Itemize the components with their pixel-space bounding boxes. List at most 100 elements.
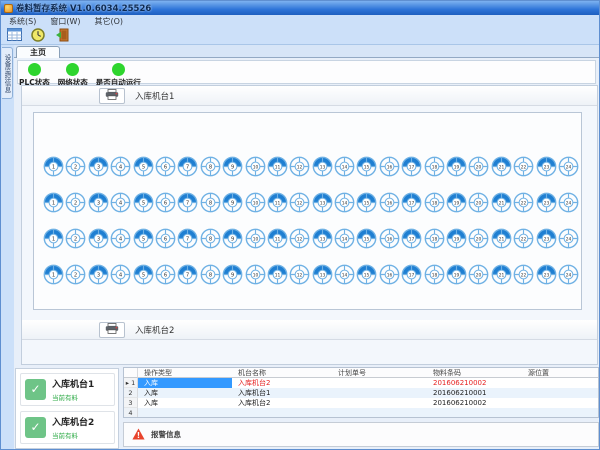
slot-4-14[interactable]: 14 <box>334 264 355 285</box>
slot-2-4[interactable]: 4 <box>110 192 131 213</box>
slot-1-15[interactable]: 15 <box>356 156 377 177</box>
slot-3-20[interactable]: 20 <box>468 228 489 249</box>
slot-3-13[interactable]: 13 <box>312 228 333 249</box>
slot-4-20[interactable]: 20 <box>468 264 489 285</box>
slot-3-10[interactable]: 10 <box>245 228 266 249</box>
slot-2-20[interactable]: 20 <box>468 192 489 213</box>
slot-1-17[interactable]: 17 <box>401 156 422 177</box>
table-row-4[interactable]: 4 <box>124 408 598 418</box>
slot-4-15[interactable]: 15 <box>356 264 377 285</box>
column-header-4[interactable]: 物料条码 <box>427 368 522 378</box>
cell-machine[interactable]: 入库机台1 <box>232 388 332 398</box>
slot-2-5[interactable]: 5 <box>133 192 154 213</box>
slot-3-11[interactable]: 11 <box>267 228 288 249</box>
slot-2-17[interactable]: 17 <box>401 192 422 213</box>
slot-1-7[interactable]: 7 <box>177 156 198 177</box>
cell-plan[interactable] <box>332 398 427 408</box>
cell-source[interactable] <box>522 408 598 418</box>
slot-1-20[interactable]: 20 <box>468 156 489 177</box>
column-header-5[interactable]: 源位置 <box>522 368 598 378</box>
cell-barcode[interactable]: 201606210001 <box>427 388 522 398</box>
slot-2-19[interactable]: 19 <box>446 192 467 213</box>
slot-2-1[interactable]: 1 <box>43 192 64 213</box>
slot-4-9[interactable]: 9 <box>222 264 243 285</box>
slot-1-8[interactable]: 8 <box>200 156 221 177</box>
cell-source[interactable] <box>522 388 598 398</box>
slot-3-7[interactable]: 7 <box>177 228 198 249</box>
slot-3-17[interactable]: 17 <box>401 228 422 249</box>
slot-1-14[interactable]: 14 <box>334 156 355 177</box>
slot-3-6[interactable]: 6 <box>155 228 176 249</box>
cell-op[interactable]: 入库 <box>138 378 232 388</box>
slot-2-16[interactable]: 16 <box>379 192 400 213</box>
cell-plan[interactable] <box>332 378 427 388</box>
machine-card-2[interactable]: ✓入库机台2当前有料 <box>20 411 115 444</box>
slot-3-16[interactable]: 16 <box>379 228 400 249</box>
slot-4-8[interactable]: 8 <box>200 264 221 285</box>
slot-3-21[interactable]: 21 <box>491 228 512 249</box>
table-row-3[interactable]: 3入库入库机台2201606210002 <box>124 398 598 408</box>
slot-1-4[interactable]: 4 <box>110 156 131 177</box>
collapsed-panel-tab[interactable]: 设备监控信息 <box>2 47 13 99</box>
slot-2-3[interactable]: 3 <box>88 192 109 213</box>
menu-window[interactable]: 窗口(W) <box>50 16 80 27</box>
slot-2-13[interactable]: 13 <box>312 192 333 213</box>
slot-3-9[interactable]: 9 <box>222 228 243 249</box>
slot-3-8[interactable]: 8 <box>200 228 221 249</box>
slot-3-14[interactable]: 14 <box>334 228 355 249</box>
table-row-2[interactable]: 2入库入库机台1201606210001 <box>124 388 598 398</box>
slot-1-2[interactable]: 2 <box>65 156 86 177</box>
slot-3-3[interactable]: 3 <box>88 228 109 249</box>
table-row-1[interactable]: ▸ 1入库入库机台2201606210002 <box>124 378 598 388</box>
slot-1-1[interactable]: 1 <box>43 156 64 177</box>
slot-2-24[interactable]: 24 <box>558 192 579 213</box>
slot-1-24[interactable]: 24 <box>558 156 579 177</box>
slot-3-22[interactable]: 22 <box>513 228 534 249</box>
cell-machine[interactable] <box>232 408 332 418</box>
cell-barcode[interactable]: 201606210002 <box>427 398 522 408</box>
slot-4-2[interactable]: 2 <box>65 264 86 285</box>
cell-source[interactable] <box>522 398 598 408</box>
slot-2-6[interactable]: 6 <box>155 192 176 213</box>
slot-4-12[interactable]: 12 <box>289 264 310 285</box>
slot-3-19[interactable]: 19 <box>446 228 467 249</box>
cell-op[interactable] <box>138 408 232 418</box>
slot-1-11[interactable]: 11 <box>267 156 288 177</box>
slot-3-24[interactable]: 24 <box>558 228 579 249</box>
slot-2-18[interactable]: 18 <box>424 192 445 213</box>
schedule-button[interactable] <box>5 29 23 44</box>
slot-1-3[interactable]: 3 <box>88 156 109 177</box>
slot-2-11[interactable]: 11 <box>267 192 288 213</box>
cell-machine[interactable]: 入库机台2 <box>232 378 332 388</box>
title-bar[interactable]: 卷料暂存系统 V1.0.6034.25526 <box>1 1 600 15</box>
cell-op[interactable]: 入库 <box>138 398 232 408</box>
cell-barcode[interactable]: 201606210002 <box>427 378 522 388</box>
slot-2-9[interactable]: 9 <box>222 192 243 213</box>
slot-4-6[interactable]: 6 <box>155 264 176 285</box>
slot-1-21[interactable]: 21 <box>491 156 512 177</box>
cell-plan[interactable] <box>332 408 427 418</box>
slot-2-14[interactable]: 14 <box>334 192 355 213</box>
slot-4-5[interactable]: 5 <box>133 264 154 285</box>
slot-2-22[interactable]: 22 <box>513 192 534 213</box>
slot-4-24[interactable]: 24 <box>558 264 579 285</box>
slot-1-13[interactable]: 13 <box>312 156 333 177</box>
slot-2-2[interactable]: 2 <box>65 192 86 213</box>
slot-4-18[interactable]: 18 <box>424 264 445 285</box>
slot-2-8[interactable]: 8 <box>200 192 221 213</box>
slot-3-2[interactable]: 2 <box>65 228 86 249</box>
slot-2-10[interactable]: 10 <box>245 192 266 213</box>
slot-3-12[interactable]: 12 <box>289 228 310 249</box>
cell-op[interactable]: 入库 <box>138 388 232 398</box>
cell-machine[interactable]: 入库机台2 <box>232 398 332 408</box>
column-header-3[interactable]: 计划单号 <box>332 368 427 378</box>
column-header-1[interactable]: 操作类型 <box>138 368 232 378</box>
slot-1-23[interactable]: 23 <box>536 156 557 177</box>
clock-button[interactable] <box>29 29 47 44</box>
slot-4-7[interactable]: 7 <box>177 264 198 285</box>
slot-4-1[interactable]: 1 <box>43 264 64 285</box>
slot-4-21[interactable]: 21 <box>491 264 512 285</box>
slot-4-22[interactable]: 22 <box>513 264 534 285</box>
slot-4-10[interactable]: 10 <box>245 264 266 285</box>
slot-3-5[interactable]: 5 <box>133 228 154 249</box>
